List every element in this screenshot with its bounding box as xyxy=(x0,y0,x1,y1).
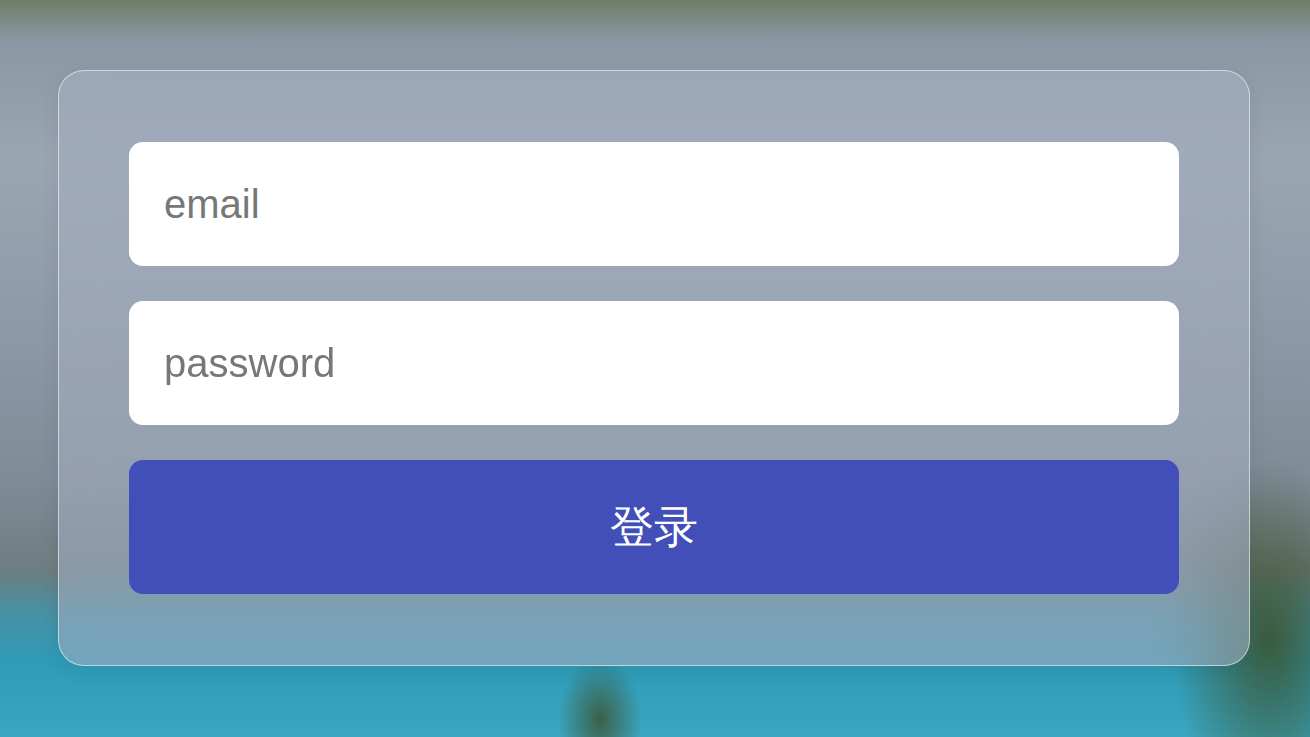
login-page: 登录 xyxy=(0,0,1310,737)
login-card: 登录 xyxy=(58,70,1250,666)
email-input[interactable] xyxy=(129,142,1179,266)
login-button[interactable]: 登录 xyxy=(129,460,1179,594)
password-input[interactable] xyxy=(129,301,1179,425)
